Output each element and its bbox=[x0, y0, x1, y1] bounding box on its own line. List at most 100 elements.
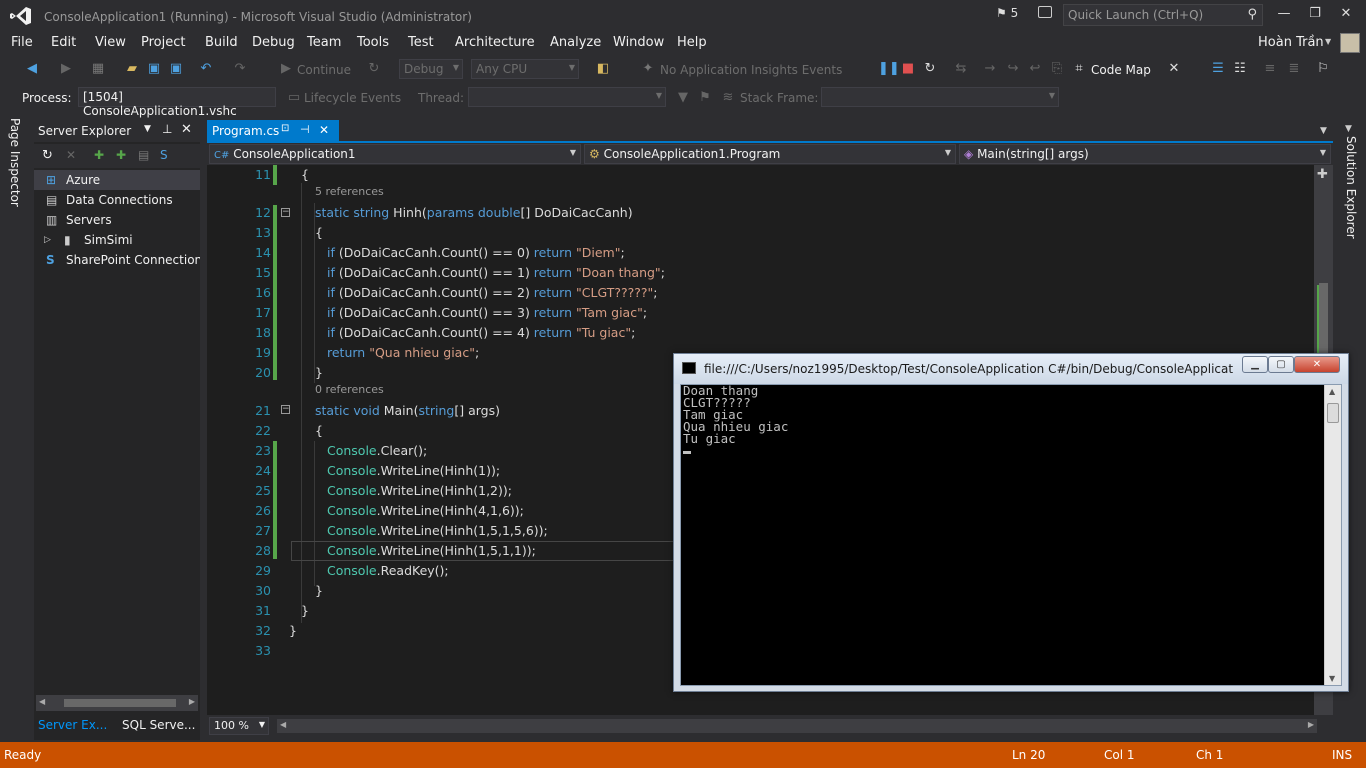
insights-icon[interactable]: ✦ bbox=[640, 61, 656, 77]
zoom-select[interactable]: 100 % ▼ bbox=[209, 717, 269, 735]
tab-server-explorer[interactable]: Server Ex... bbox=[38, 718, 107, 732]
console-vertical-scrollbar[interactable]: ▲ ▼ bbox=[1324, 385, 1341, 685]
sharepoint-connect-icon[interactable]: S bbox=[160, 148, 168, 162]
step-over-icon[interactable]: ↪ bbox=[1005, 61, 1021, 77]
scroll-left-icon[interactable]: ◀ bbox=[280, 720, 286, 729]
menu-window[interactable]: Window bbox=[613, 35, 664, 50]
forward-icon[interactable]: ▶ bbox=[58, 61, 74, 77]
menu-help[interactable]: Help bbox=[677, 35, 707, 50]
tab-program-cs[interactable]: Program.cs ⊡ ⊣ ✕ bbox=[207, 120, 339, 142]
connect-azure-icon[interactable]: ▤ bbox=[138, 148, 149, 162]
stack-frame-select[interactable]: ▼ bbox=[821, 87, 1059, 107]
maximize-button[interactable]: ❐ bbox=[1303, 4, 1327, 24]
tree-item-data-connections[interactable]: ▤ Data Connections bbox=[34, 190, 200, 210]
chevron-down-icon[interactable]: ▼ bbox=[144, 124, 151, 134]
class-select[interactable]: ⚙ ConsoleApplication1.Program ▼ bbox=[584, 144, 956, 164]
connect-database-icon[interactable]: ✚ bbox=[94, 148, 104, 162]
thread-select[interactable]: ▼ bbox=[468, 87, 666, 107]
notifications-button[interactable]: ⚑ 5 bbox=[996, 6, 1018, 20]
lifecycle-events-button[interactable]: Lifecycle Events bbox=[304, 91, 401, 105]
console-title-bar[interactable]: file:///C:/Users/noz1995/Desktop/Test/Co… bbox=[674, 354, 1348, 384]
pin-icon[interactable]: ⊣ bbox=[300, 123, 310, 136]
step-out-icon[interactable]: ↩ bbox=[1027, 61, 1043, 77]
new-project-icon[interactable]: ▦ bbox=[90, 61, 106, 77]
pause-icon[interactable]: ❚❚ bbox=[878, 61, 900, 77]
flag-thread-icon[interactable]: ⚑ bbox=[697, 90, 713, 106]
close-button[interactable]: ✕ bbox=[1334, 4, 1358, 24]
show-next-statement-icon[interactable]: ⇆ bbox=[953, 61, 969, 77]
open-folder-icon[interactable]: ▰ bbox=[124, 61, 140, 77]
undo-icon[interactable]: ↶ bbox=[198, 61, 214, 77]
scroll-down-icon[interactable]: ▼ bbox=[1329, 674, 1335, 683]
menu-project[interactable]: Project bbox=[141, 35, 185, 50]
stop-icon[interactable]: ■ bbox=[900, 61, 916, 77]
configuration-select[interactable]: Debug ▼ bbox=[399, 59, 463, 79]
filter-icon[interactable]: ▼ bbox=[675, 90, 691, 106]
platform-select[interactable]: Any CPU ▼ bbox=[471, 59, 579, 79]
tree-item-azure[interactable]: ⊞ Azure bbox=[34, 170, 200, 190]
menu-file[interactable]: File bbox=[11, 35, 33, 50]
scroll-right-icon[interactable]: ▶ bbox=[1308, 720, 1314, 729]
indent-icon[interactable]: ≡ bbox=[1262, 61, 1278, 77]
hex-icon[interactable]: ⎘ bbox=[1049, 61, 1065, 77]
back-icon[interactable]: ◀ bbox=[24, 61, 40, 77]
bookmark-icon[interactable]: ⚐ bbox=[1315, 61, 1331, 77]
comment-icon[interactable]: ☰ bbox=[1210, 61, 1226, 77]
refresh-icon[interactable]: ↻ bbox=[42, 148, 53, 163]
tree-item-sharepoint[interactable]: S SharePoint Connections bbox=[34, 250, 200, 270]
code-map-icon[interactable]: ⌗ bbox=[1071, 61, 1087, 77]
menu-debug[interactable]: Debug bbox=[252, 35, 295, 50]
uncomment-icon[interactable]: ☷ bbox=[1232, 61, 1248, 77]
console-maximize-button[interactable]: ▢ bbox=[1268, 356, 1294, 373]
member-select[interactable]: ◈ Main(string[] args) ▼ bbox=[959, 144, 1331, 164]
browser-link-icon[interactable]: ◧ bbox=[595, 61, 611, 77]
close-icon[interactable]: ✕ bbox=[181, 122, 192, 137]
menu-build[interactable]: Build bbox=[205, 35, 238, 50]
console-output-area[interactable]: Doan thang CLGT????? Tam giac Qua nhieu … bbox=[680, 384, 1342, 686]
scroll-right-icon[interactable]: ▶ bbox=[189, 697, 195, 706]
stop-refresh-icon[interactable]: ✕ bbox=[66, 148, 76, 162]
solution-explorer-tab[interactable]: Solution Explorer bbox=[1344, 136, 1358, 239]
outdent-icon[interactable]: ≣ bbox=[1286, 61, 1302, 77]
continue-button[interactable]: Continue bbox=[297, 63, 351, 77]
console-minimize-button[interactable]: ▁ bbox=[1242, 356, 1268, 373]
menu-team[interactable]: Team bbox=[307, 35, 341, 50]
tab-sql-server[interactable]: SQL Serve... bbox=[122, 718, 195, 732]
tree-item-servers[interactable]: ▥ Servers bbox=[34, 210, 200, 230]
tree-item-simsimi[interactable]: ▷ ▮ SimSimi bbox=[34, 230, 200, 250]
insights-button[interactable]: No Application Insights Events bbox=[660, 63, 842, 77]
quick-launch-input[interactable]: Quick Launch (Ctrl+Q) ⚲ bbox=[1063, 4, 1263, 26]
chevron-down-icon[interactable]: ▼ bbox=[1345, 124, 1352, 134]
code-lens[interactable]: 5 references bbox=[207, 185, 1314, 203]
page-inspector-tab[interactable]: Page Inspector bbox=[8, 118, 22, 207]
split-icon[interactable]: ✚ bbox=[1317, 167, 1328, 182]
server-explorer-horizontal-scrollbar[interactable]: ◀ ▶ bbox=[36, 695, 198, 711]
close-icon[interactable]: ✕ bbox=[319, 123, 329, 137]
exception-settings-icon[interactable]: ✕ bbox=[1166, 61, 1182, 77]
menu-test[interactable]: Test bbox=[408, 35, 434, 50]
menu-edit[interactable]: Edit bbox=[51, 35, 76, 50]
scroll-thumb[interactable] bbox=[1327, 403, 1339, 423]
avatar[interactable] bbox=[1340, 33, 1360, 53]
scroll-up-icon[interactable]: ▲ bbox=[1329, 387, 1335, 396]
save-icon[interactable]: ▣ bbox=[146, 61, 162, 77]
feedback-icon[interactable] bbox=[1038, 6, 1052, 18]
code-map-button[interactable]: Code Map bbox=[1091, 63, 1151, 77]
menu-tools[interactable]: Tools bbox=[357, 35, 389, 50]
lifecycle-events-icon[interactable]: ▭ bbox=[286, 90, 302, 106]
restart-icon[interactable]: ↻ bbox=[922, 61, 938, 77]
connect-server-icon[interactable]: ✚ bbox=[116, 148, 126, 162]
user-name[interactable]: Hoàn Trần bbox=[1258, 35, 1324, 50]
stack-icon[interactable]: ≋ bbox=[720, 90, 736, 106]
process-select[interactable]: [1504] ConsoleApplication1.vshc bbox=[78, 87, 276, 118]
console-close-button[interactable]: ✕ bbox=[1294, 356, 1340, 373]
scroll-left-icon[interactable]: ◀ bbox=[39, 697, 45, 706]
menu-analyze[interactable]: Analyze bbox=[550, 35, 601, 50]
scroll-thumb[interactable] bbox=[64, 699, 176, 707]
continue-icon[interactable]: ▶ bbox=[278, 61, 294, 77]
chevron-down-icon[interactable]: ▼ bbox=[1320, 126, 1327, 136]
pin-icon[interactable]: ⊥ bbox=[162, 122, 172, 136]
console-window[interactable]: file:///C:/Users/noz1995/Desktop/Test/Co… bbox=[673, 353, 1349, 692]
editor-horizontal-scrollbar[interactable]: ◀ ▶ bbox=[277, 719, 1317, 733]
menu-architecture[interactable]: Architecture bbox=[455, 35, 535, 50]
